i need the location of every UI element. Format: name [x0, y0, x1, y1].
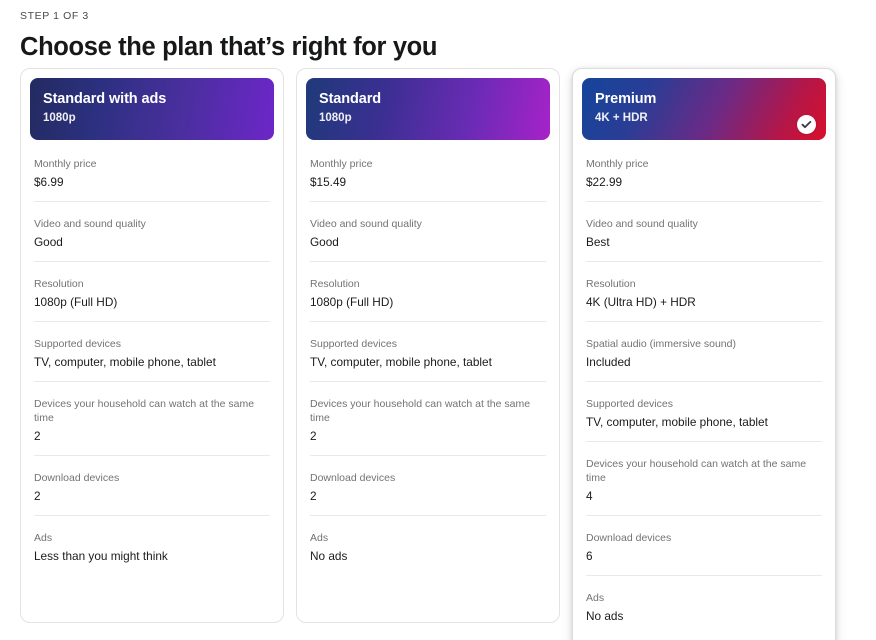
feature-label: Download devices — [586, 532, 672, 544]
feature-value: 2 — [34, 429, 41, 443]
feature-label: Supported devices — [310, 338, 397, 350]
feature-value: 4K (Ultra HD) + HDR — [586, 295, 696, 309]
plan-header-banner: Premium 4K + HDR — [582, 78, 826, 140]
feature-label: Monthly price — [34, 158, 97, 170]
feature-row: Download devices 2 — [310, 456, 546, 516]
feature-row: Monthly price $6.99 — [34, 140, 270, 202]
feature-row: Devices your household can watch at the … — [310, 382, 546, 456]
plan-name: Standard with ads — [43, 91, 167, 107]
feature-row: Video and sound quality Good — [34, 202, 270, 262]
feature-row: Ads No ads — [586, 576, 822, 635]
plan-name: Premium — [595, 91, 657, 107]
plan-subtitle: 4K + HDR — [595, 112, 648, 124]
feature-value: 2 — [34, 489, 41, 503]
feature-value: 1080p (Full HD) — [310, 295, 394, 309]
feature-row: Resolution 1080p (Full HD) — [310, 262, 546, 322]
feature-label: Video and sound quality — [34, 218, 146, 230]
plan-features: Monthly price $22.99 Video and sound qua… — [582, 140, 826, 635]
feature-label: Download devices — [310, 472, 396, 484]
feature-row: Supported devices TV, computer, mobile p… — [34, 322, 270, 382]
plan-subtitle: 1080p — [319, 112, 352, 124]
feature-value: $22.99 — [586, 175, 623, 189]
feature-value: 4 — [586, 489, 593, 503]
feature-value: No ads — [586, 609, 624, 623]
feature-row: Supported devices TV, computer, mobile p… — [586, 382, 822, 442]
plan-header-banner: Standard with ads 1080p — [30, 78, 274, 140]
feature-value: Included — [586, 355, 631, 369]
feature-row: Monthly price $15.49 — [310, 140, 546, 202]
feature-label: Resolution — [586, 278, 636, 290]
plan-name: Standard — [319, 91, 382, 107]
feature-row: Download devices 6 — [586, 516, 822, 576]
feature-row: Devices your household can watch at the … — [34, 382, 270, 456]
feature-value: TV, computer, mobile phone, tablet — [310, 355, 492, 369]
feature-value: Less than you might think — [34, 549, 168, 563]
plan-card-premium[interactable]: Premium 4K + HDR Monthly price $22.99 Vi… — [572, 68, 836, 640]
feature-label: Ads — [34, 532, 53, 544]
plan-card-list: Standard with ads 1080p Monthly price $6… — [20, 68, 856, 640]
plan-selection-page: STEP 1 OF 3 Choose the plan that’s right… — [0, 0, 876, 640]
feature-value: Best — [586, 235, 610, 249]
feature-value: TV, computer, mobile phone, tablet — [34, 355, 216, 369]
feature-row: Resolution 1080p (Full HD) — [34, 262, 270, 322]
feature-label: Supported devices — [586, 398, 673, 410]
feature-value: 2 — [310, 429, 317, 443]
feature-label: Download devices — [34, 472, 120, 484]
feature-row: Spatial audio (immersive sound) Included — [586, 322, 822, 382]
feature-row: Ads No ads — [310, 516, 546, 575]
feature-value: 6 — [586, 549, 593, 563]
feature-value: TV, computer, mobile phone, tablet — [586, 415, 768, 429]
feature-label: Resolution — [34, 278, 84, 290]
feature-value: No ads — [310, 549, 348, 563]
feature-label: Ads — [310, 532, 329, 544]
feature-value: 1080p (Full HD) — [34, 295, 118, 309]
page-header: STEP 1 OF 3 Choose the plan that’s right… — [20, 9, 850, 62]
selected-check-icon — [797, 115, 816, 134]
feature-label: Monthly price — [310, 158, 373, 170]
feature-row: Monthly price $22.99 — [586, 140, 822, 202]
feature-label: Devices your household can watch at the … — [310, 398, 531, 424]
feature-value: $6.99 — [34, 175, 64, 189]
feature-label: Devices your household can watch at the … — [34, 398, 255, 424]
feature-label: Ads — [586, 592, 605, 604]
feature-row: Video and sound quality Best — [586, 202, 822, 262]
feature-row: Resolution 4K (Ultra HD) + HDR — [586, 262, 822, 322]
feature-label: Supported devices — [34, 338, 121, 350]
feature-value: $15.49 — [310, 175, 347, 189]
plan-card-standard[interactable]: Standard 1080p Monthly price $15.49 Vide… — [296, 68, 560, 623]
plan-card-standard-with-ads[interactable]: Standard with ads 1080p Monthly price $6… — [20, 68, 284, 623]
feature-label: Video and sound quality — [310, 218, 422, 230]
feature-label: Monthly price — [586, 158, 649, 170]
page-title: Choose the plan that’s right for you — [20, 33, 438, 61]
feature-label: Resolution — [310, 278, 360, 290]
plan-features: Monthly price $15.49 Video and sound qua… — [306, 140, 550, 575]
feature-label: Video and sound quality — [586, 218, 698, 230]
feature-value: Good — [310, 235, 339, 249]
feature-label: Devices your household can watch at the … — [586, 458, 807, 484]
plan-subtitle: 1080p — [43, 112, 76, 124]
feature-value: Good — [34, 235, 63, 249]
feature-row: Supported devices TV, computer, mobile p… — [310, 322, 546, 382]
feature-row: Video and sound quality Good — [310, 202, 546, 262]
plan-header-banner: Standard 1080p — [306, 78, 550, 140]
plan-features: Monthly price $6.99 Video and sound qual… — [30, 140, 274, 575]
step-indicator: STEP 1 OF 3 — [20, 10, 89, 22]
feature-label: Spatial audio (immersive sound) — [586, 338, 736, 350]
feature-row: Devices your household can watch at the … — [586, 442, 822, 516]
feature-row: Ads Less than you might think — [34, 516, 270, 575]
feature-row: Download devices 2 — [34, 456, 270, 516]
feature-value: 2 — [310, 489, 317, 503]
